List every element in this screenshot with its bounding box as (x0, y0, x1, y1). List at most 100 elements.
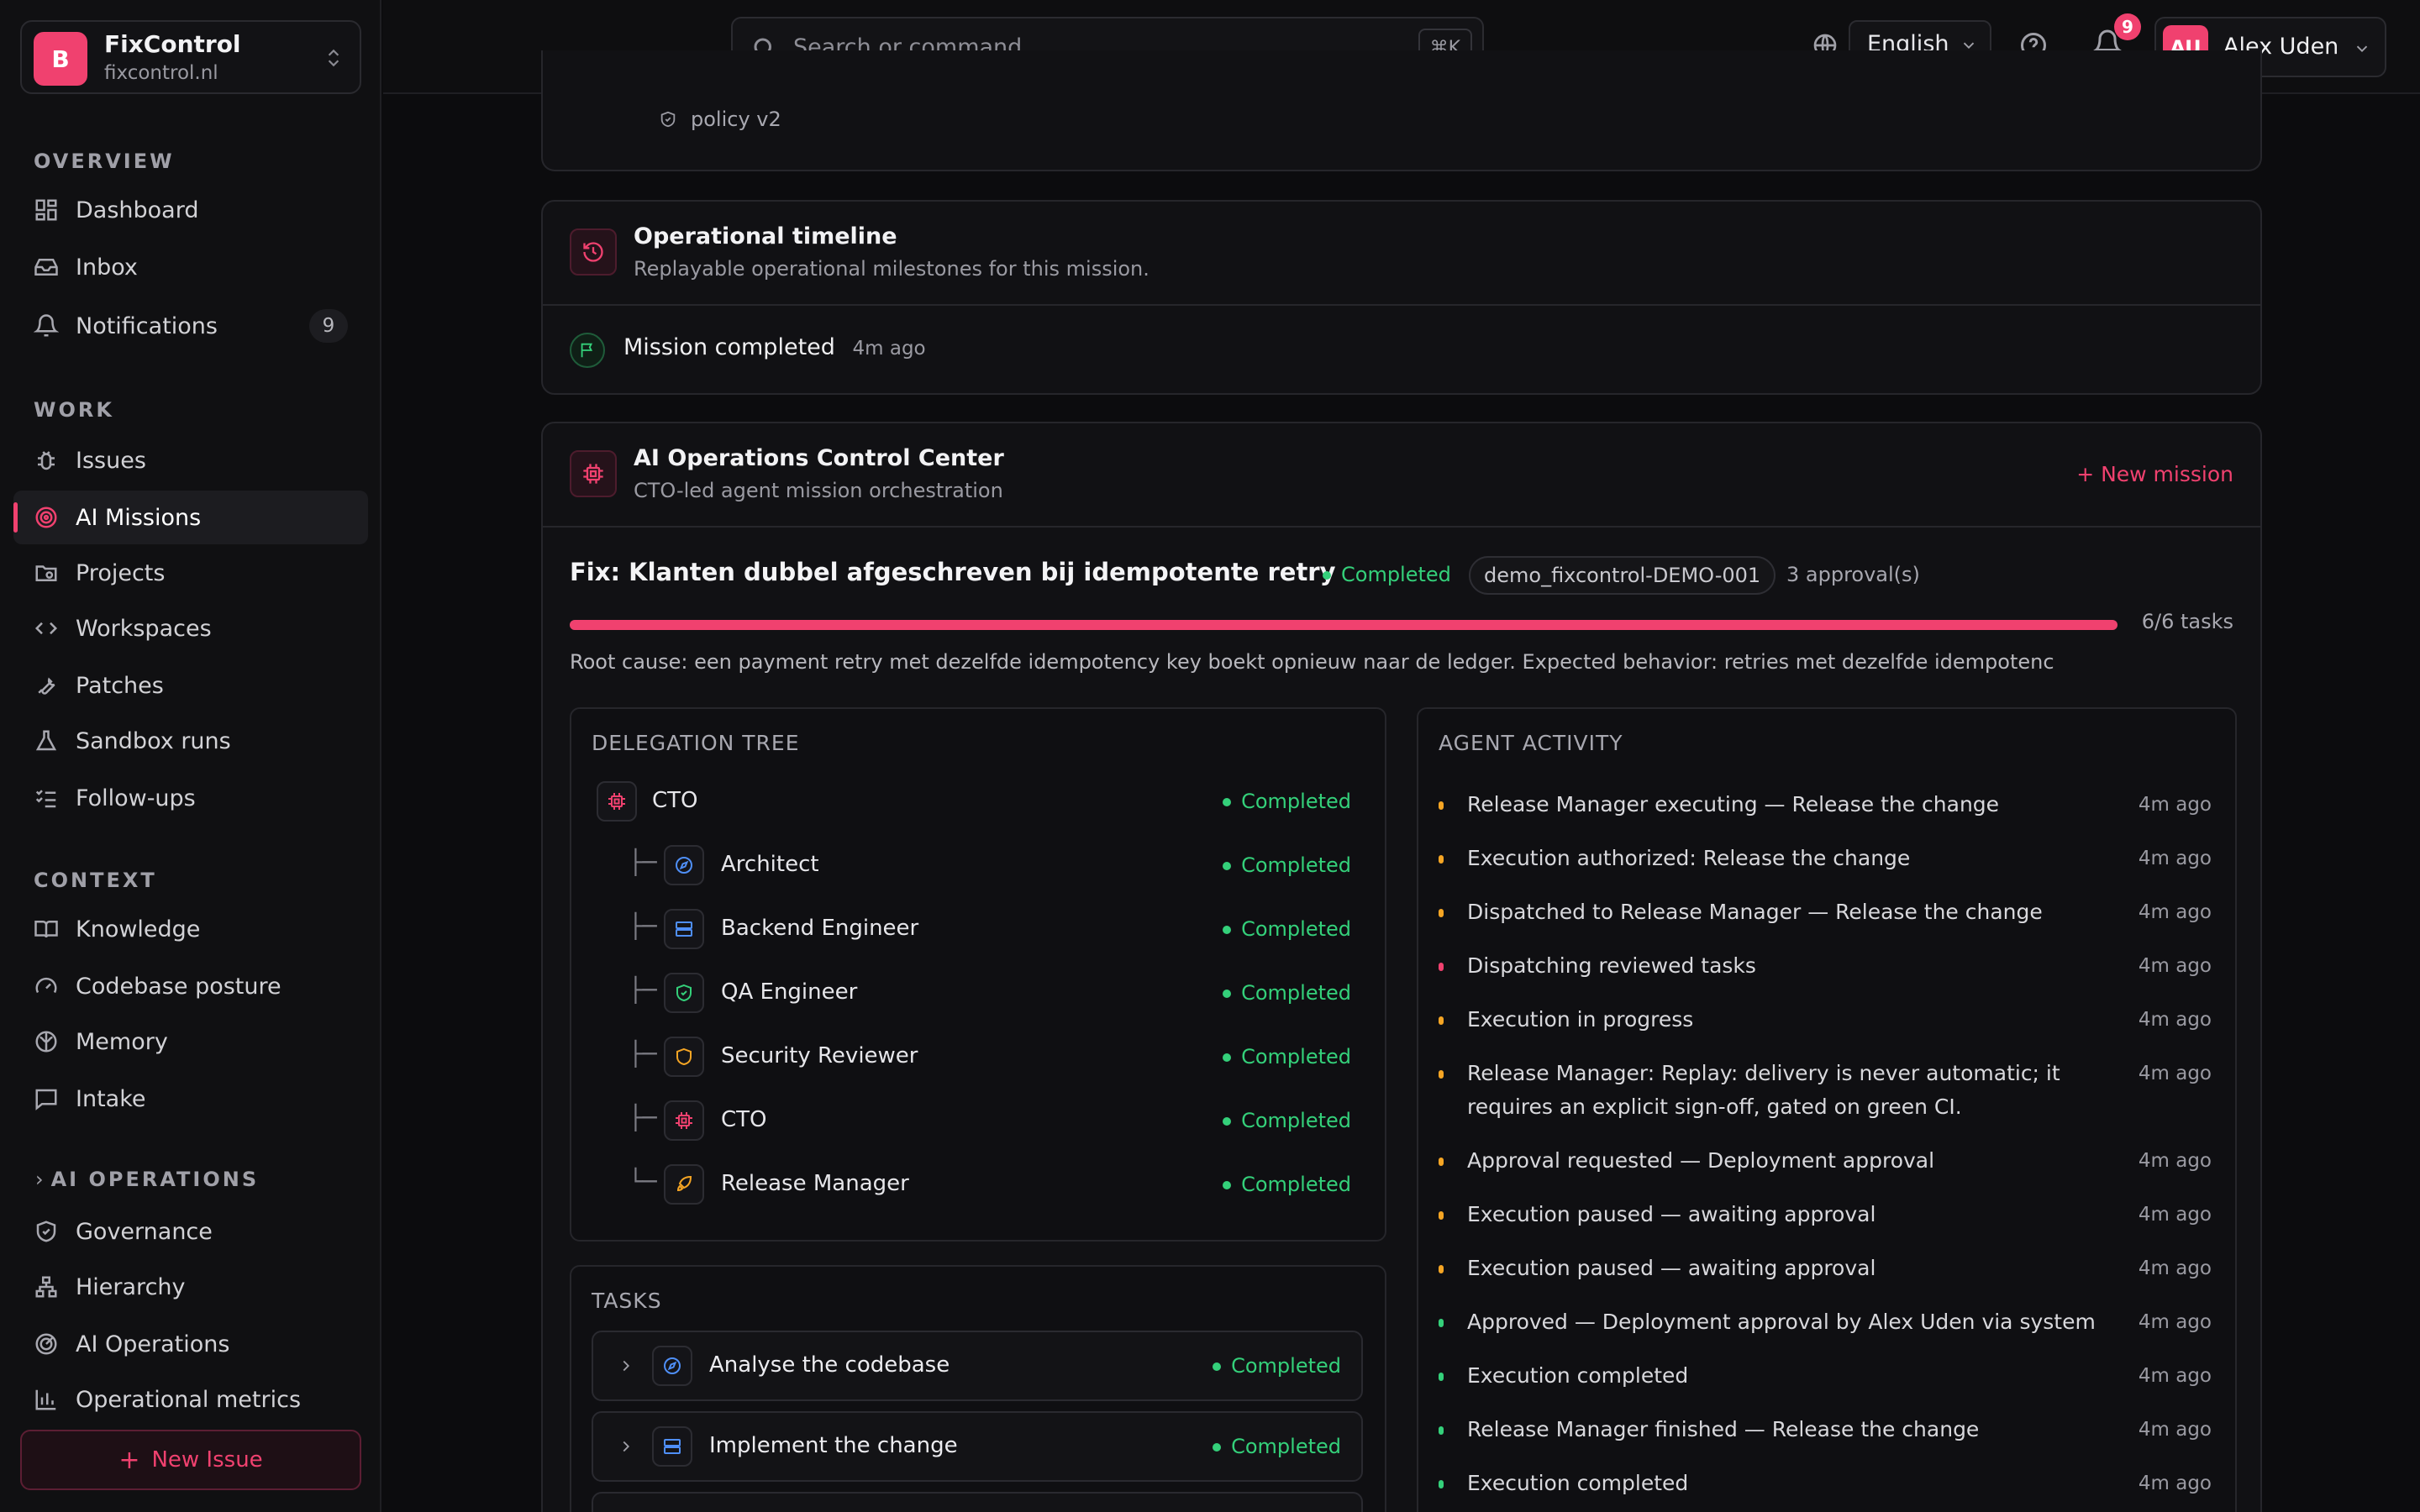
sidebar-item-label: Projects (76, 559, 166, 586)
tree-node[interactable]: ├─ Security Reviewer Completed (571, 1032, 1385, 1082)
sidebar-item-ai-operations[interactable]: AI Operations (13, 1317, 368, 1371)
section-ai-operations-label: AI OPERATIONS (50, 1168, 260, 1191)
dashboard-icon (35, 199, 57, 221)
tree-node-status: Completed (1223, 1045, 1351, 1068)
sidebar-item-inbox[interactable]: Inbox (13, 240, 368, 294)
tree-node-status: Completed (1223, 790, 1351, 813)
tree-node[interactable]: ├─ Backend Engineer Completed (571, 904, 1385, 954)
sidebar-item-label: Issues (76, 447, 146, 474)
sidebar-item-patches[interactable]: Patches (13, 659, 368, 712)
bug-icon (38, 451, 55, 470)
sidebar-item-codebase-posture[interactable]: Codebase posture (13, 959, 368, 1013)
bar-chart-icon (35, 1389, 56, 1410)
history-icon (583, 242, 603, 262)
sidebar-item-label: Governance (76, 1218, 213, 1245)
org-name: FixControl (104, 30, 241, 58)
activity-marker (1439, 1319, 1444, 1327)
tree-node[interactable]: ├─ QA Engineer Completed (571, 968, 1385, 1018)
task-name: Implement the change (709, 1433, 958, 1458)
tree-node-name: CTO (652, 788, 698, 813)
status-dot (1213, 1443, 1222, 1452)
message-square-icon (35, 1089, 57, 1110)
tree-node[interactable]: ├─ CTO Completed (571, 1095, 1385, 1146)
tree-node-name: CTO (721, 1107, 767, 1132)
tree-node-status: Completed (1223, 981, 1351, 1005)
activity-time: 4m ago (2138, 1063, 2212, 1084)
activity-time: 4m ago (2138, 1419, 2212, 1441)
activity-time: 4m ago (2138, 1473, 2212, 1494)
activity-time: 4m ago (2138, 901, 2212, 923)
plus-icon: + (118, 1445, 140, 1475)
activity-marker (1439, 1480, 1444, 1488)
sidebar-item-label: Patches (76, 672, 164, 699)
tree-branch: ├─ (629, 912, 657, 940)
sidebar-item-dashboard[interactable]: Dashboard (13, 183, 368, 237)
sidebar-item-sandbox-runs[interactable]: Sandbox runs (13, 714, 368, 768)
chevron-right-icon (623, 1360, 630, 1372)
status-dot (1223, 862, 1232, 870)
status-dot (1223, 990, 1232, 998)
agent-activity-heading: AGENT ACTIVITY (1439, 731, 1623, 755)
activity-marker (1439, 1426, 1444, 1435)
tree-branch: ├─ (629, 1104, 657, 1131)
mission-title[interactable]: Fix: Klanten dubbel afgeschreven bij ide… (570, 558, 1336, 586)
activity-text: Release Manager finished — Release the c… (1467, 1417, 1980, 1441)
compass-icon (652, 1346, 692, 1386)
control-center-title: AI Operations Control Center (634, 445, 1004, 471)
sidebar-item-memory[interactable]: Memory (13, 1015, 368, 1068)
task-item[interactable] (592, 1492, 1363, 1512)
sidebar-item-knowledge[interactable]: Knowledge (13, 902, 368, 956)
section-ai-operations[interactable]: › AI OPERATIONS (35, 1168, 259, 1191)
sidebar-item-label: Sandbox runs (76, 727, 231, 754)
task-status: Completed (1213, 1435, 1341, 1458)
shield-check-icon (36, 1221, 56, 1242)
task-item[interactable]: Implement the change Completed (592, 1411, 1363, 1482)
server-icon (652, 1426, 692, 1467)
sidebar-item-issues[interactable]: Issues (13, 433, 368, 487)
sidebar-item-hierarchy[interactable]: Hierarchy (13, 1260, 368, 1314)
org-switcher[interactable]: B FixControl fixcontrol.nl (20, 20, 361, 94)
bell-icon (34, 314, 59, 337)
task-item[interactable]: Analyse the codebase Completed (592, 1331, 1363, 1401)
tree-node-status: Completed (1223, 1109, 1351, 1132)
task-status-label: Completed (1231, 1354, 1341, 1378)
mission-status: Completed (1323, 563, 1451, 586)
timeline-subtitle: Replayable operational milestones for th… (634, 257, 1150, 281)
activity-time: 4m ago (2138, 955, 2212, 977)
timeline-card: Operational timeline Replayable operatio… (541, 200, 2262, 395)
tree-node-root[interactable]: CTO Completed (571, 776, 1385, 827)
chevron-down-icon (2356, 45, 2368, 52)
tree-node-status-label: Completed (1241, 1109, 1351, 1132)
timeline-title: Operational timeline (634, 223, 897, 249)
sidebar-item-workspaces[interactable]: Workspaces (13, 601, 368, 655)
tree-node-status-label: Completed (1241, 790, 1351, 813)
policy-card: policy v2 (541, 50, 2262, 171)
sidebar-item-ai-missions[interactable]: AI Missions (13, 491, 368, 544)
tree-node[interactable]: └─ Release Manager Completed (571, 1159, 1385, 1210)
book-icon (34, 921, 58, 938)
sidebar-item-follow-ups[interactable]: Follow-ups (13, 771, 368, 825)
chevrons-up-down-icon (328, 49, 339, 67)
task-name: Analyse the codebase (709, 1352, 950, 1378)
activity-time: 4m ago (2138, 1365, 2212, 1387)
timeline-event: Mission completed 4m ago (623, 334, 926, 360)
tree-node[interactable]: ├─ Architect Completed (571, 840, 1385, 890)
sidebar: B FixControl fixcontrol.nl OVERVIEW Dash… (0, 0, 381, 1512)
sidebar-item-notifications[interactable]: Notifications 9 (13, 299, 368, 353)
folder-search-icon (35, 565, 57, 581)
divider (543, 526, 2260, 528)
tree-node-status: Completed (1223, 1173, 1351, 1196)
activity-marker (1439, 1211, 1444, 1220)
sidebar-item-label: Memory (76, 1028, 168, 1055)
sidebar-item-operational-metrics[interactable]: Operational metrics (13, 1373, 368, 1426)
progress-track (570, 620, 2118, 630)
sidebar-item-intake[interactable]: Intake (13, 1072, 368, 1126)
new-issue-button[interactable]: + New Issue (20, 1430, 361, 1490)
tree-branch: └─ (629, 1168, 657, 1195)
shield-check-icon (664, 973, 704, 1013)
sidebar-item-governance[interactable]: Governance (13, 1205, 368, 1258)
shield-icon (660, 111, 676, 128)
sidebar-item-projects[interactable]: Projects (13, 546, 368, 600)
sidebar-item-label: Operational metrics (76, 1386, 302, 1413)
new-mission-button[interactable]: + New mission (2076, 462, 2233, 486)
